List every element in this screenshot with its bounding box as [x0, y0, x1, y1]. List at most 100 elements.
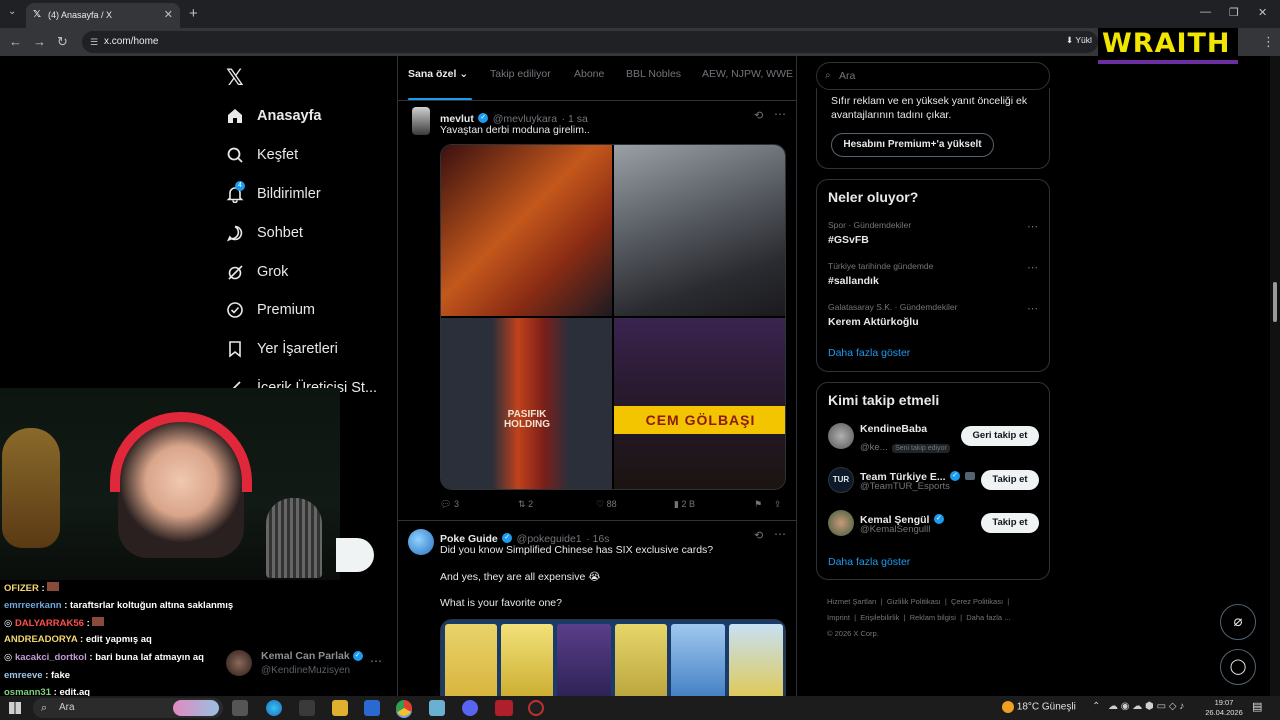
download-extension[interactable]: ⬇ Yükl: [1066, 35, 1092, 46]
tab-following[interactable]: Takip ediliyor: [490, 68, 551, 80]
footer-link-privacy[interactable]: Gizlilik Politikası: [887, 597, 941, 606]
more-options-icon[interactable]: ⋯: [1027, 261, 1038, 274]
trend-item[interactable]: Spor · Gündemdekiler #GSvFB ⋯: [817, 216, 1049, 254]
app-icon[interactable]: [495, 700, 513, 716]
url-field[interactable]: ☰ x.com/home: [82, 31, 1098, 53]
sidebar-item-bookmarks[interactable]: Yer İşaretleri: [226, 336, 338, 362]
tab-for-you[interactable]: Sana özel ⌄: [408, 68, 468, 80]
footer-link-terms[interactable]: Hizmet Şartları: [827, 597, 877, 606]
new-tab-icon[interactable]: +: [189, 5, 198, 22]
messages-fab-icon[interactable]: ◯: [1220, 649, 1256, 685]
follow-suggestion[interactable]: Kemal Şengül ✓ @KemalSengulll Takip et: [817, 506, 1049, 542]
footer-link-cookies[interactable]: Çerez Politikası: [951, 597, 1003, 606]
restore-icon[interactable]: ❐: [1229, 6, 1239, 19]
tray-icons[interactable]: ☁ ◉ ☁ ⬢ ▭ ◇ ♪: [1108, 701, 1184, 712]
suggestion-name[interactable]: KendineBaba: [860, 423, 927, 435]
grok-fab-icon[interactable]: ⌀: [1220, 604, 1256, 640]
footer-link-ads-info[interactable]: Reklam bilgisi: [910, 613, 956, 622]
weather-widget[interactable]: 18°C Güneşli: [1002, 701, 1076, 713]
tab-bbl-nobles[interactable]: BBL Nobles: [626, 68, 681, 80]
premium-upgrade-button[interactable]: Hesabını Premium+'a yükselt: [831, 133, 994, 157]
tweet-media-grid[interactable]: PASIFIK HOLDING CEM GÖLBAŞI: [440, 144, 786, 490]
footer-link-more[interactable]: Daha fazla ...: [966, 613, 1010, 622]
mail-icon[interactable]: [364, 700, 380, 716]
follow-back-button[interactable]: Geri takip et: [961, 426, 1039, 446]
store-icon[interactable]: [299, 700, 315, 716]
avatar[interactable]: [412, 107, 430, 135]
sidebar-item-home[interactable]: Anasayfa: [226, 103, 321, 129]
sidebar-item-premium[interactable]: Premium: [226, 297, 315, 323]
tray-overflow-icon[interactable]: ⌃: [1092, 701, 1100, 712]
tab-search-icon[interactable]: ⌄: [8, 6, 16, 17]
avatar[interactable]: [828, 510, 854, 536]
site-info-icon[interactable]: ☰: [90, 31, 98, 53]
follow-show-more-link[interactable]: Daha fazla göster: [828, 556, 910, 568]
footer-link-accessibility[interactable]: Erişilebilirlik: [860, 613, 899, 622]
sidebar-item-notifications[interactable]: 4 Bildirimler: [226, 181, 321, 207]
account-switcher[interactable]: Kemal Can Parlak ✓ @KendineMuzisyen ⋯: [226, 648, 386, 680]
share-icon[interactable]: ⇪: [774, 499, 782, 510]
follow-suggestion[interactable]: TUR Team Türkiye E... ✓ @TeamTUR_Esports…: [817, 463, 1049, 499]
tab-aew[interactable]: AEW, NJPW, WWE T...: [702, 68, 796, 80]
avatar[interactable]: TUR: [828, 467, 854, 493]
sidebar-item-explore[interactable]: Keşfet: [226, 142, 298, 168]
forward-icon[interactable]: →: [33, 34, 46, 49]
grok-analyze-icon[interactable]: ⟲: [754, 529, 763, 542]
tweet[interactable]: Poke Guide ✓ @pokeguide1 · 16s ⟲ ⋯ Did y…: [398, 521, 796, 696]
more-options-icon[interactable]: ⋯: [774, 107, 786, 121]
chat-text: edit yapmış aq: [85, 634, 152, 645]
reply-button[interactable]: 💬︎ 3: [440, 499, 459, 510]
windows-start-icon[interactable]: [9, 702, 21, 714]
follow-button[interactable]: Takip et: [981, 513, 1039, 533]
repost-button[interactable]: ⇅ 2: [518, 499, 533, 510]
trends-show-more-link[interactable]: Daha fazla göster: [828, 347, 910, 359]
tweet-image[interactable]: [614, 145, 785, 316]
like-button[interactable]: ♡ 88: [596, 499, 617, 510]
back-icon[interactable]: ←: [9, 34, 22, 49]
taskbar-search-input[interactable]: ⌕ Ara: [33, 698, 223, 718]
tweet-image[interactable]: CEM GÖLBAŞI: [614, 318, 785, 489]
edge-icon[interactable]: [266, 700, 282, 716]
notification-center-icon[interactable]: ▤: [1252, 700, 1262, 713]
minimize-icon[interactable]: —: [1200, 6, 1211, 18]
trend-item[interactable]: Türkiye tarihinde gündemde #sallandık ⋯: [817, 257, 1049, 295]
more-options-icon[interactable]: ⋯: [1027, 220, 1038, 233]
scrollbar[interactable]: [1270, 56, 1280, 696]
sidebar-item-chat[interactable]: Sohbet: [226, 220, 303, 246]
browser-menu-icon[interactable]: ⋮: [1262, 34, 1275, 50]
avatar[interactable]: [828, 423, 854, 449]
sidebar-item-grok[interactable]: Grok: [226, 259, 288, 285]
close-window-icon[interactable]: ✕: [1258, 6, 1267, 19]
file-explorer-icon[interactable]: [332, 700, 348, 716]
tab-subscribed[interactable]: Abone: [574, 68, 604, 80]
trend-item[interactable]: Galatasaray S.K. · Gündemdekiler Kerem A…: [817, 298, 1049, 336]
footer-link-imprint[interactable]: Imprint: [827, 613, 850, 622]
task-view-icon[interactable]: [232, 700, 248, 716]
taskbar-search-placeholder: Ara: [59, 702, 75, 713]
bookmark-tweet-icon[interactable]: ⚑: [754, 499, 762, 510]
avatar[interactable]: [408, 529, 434, 555]
more-options-icon[interactable]: ⋯: [774, 527, 786, 541]
more-options-icon[interactable]: ⋯: [1027, 302, 1038, 315]
post-button[interactable]: [336, 538, 374, 572]
follow-button[interactable]: Takip et: [981, 470, 1039, 490]
search-input[interactable]: ⌕ Ara: [816, 62, 1050, 90]
scrollbar-thumb[interactable]: [1273, 282, 1277, 322]
x-logo-icon[interactable]: 𝕏: [226, 65, 244, 91]
tweet[interactable]: mevlut ✓ @mevluykara · 1 sa ⟲ ⋯ Yavaştan…: [398, 101, 796, 521]
close-tab-icon[interactable]: ✕: [164, 3, 173, 28]
follow-suggestion[interactable]: KendineBaba @ke... Seni takip ediyor Ger…: [817, 419, 1049, 455]
clock[interactable]: 19:07 26.04.2026: [1204, 698, 1244, 718]
grok-analyze-icon[interactable]: ⟲: [754, 109, 763, 122]
reload-icon[interactable]: ↻: [57, 34, 68, 50]
trend-name: #GSvFB: [828, 234, 869, 246]
tweet-media[interactable]: [440, 619, 786, 696]
views-button[interactable]: ▮ 2 B: [674, 499, 695, 510]
chrome-icon[interactable]: [396, 700, 412, 716]
obs-icon[interactable]: [528, 700, 544, 716]
notes-icon[interactable]: [429, 700, 445, 716]
discord-icon[interactable]: [462, 700, 478, 716]
tweet-image[interactable]: PASIFIK HOLDING: [441, 318, 612, 489]
browser-tab[interactable]: 𝕏 (4) Anasayfa / X ✕: [26, 3, 180, 28]
tweet-image[interactable]: [441, 145, 612, 316]
